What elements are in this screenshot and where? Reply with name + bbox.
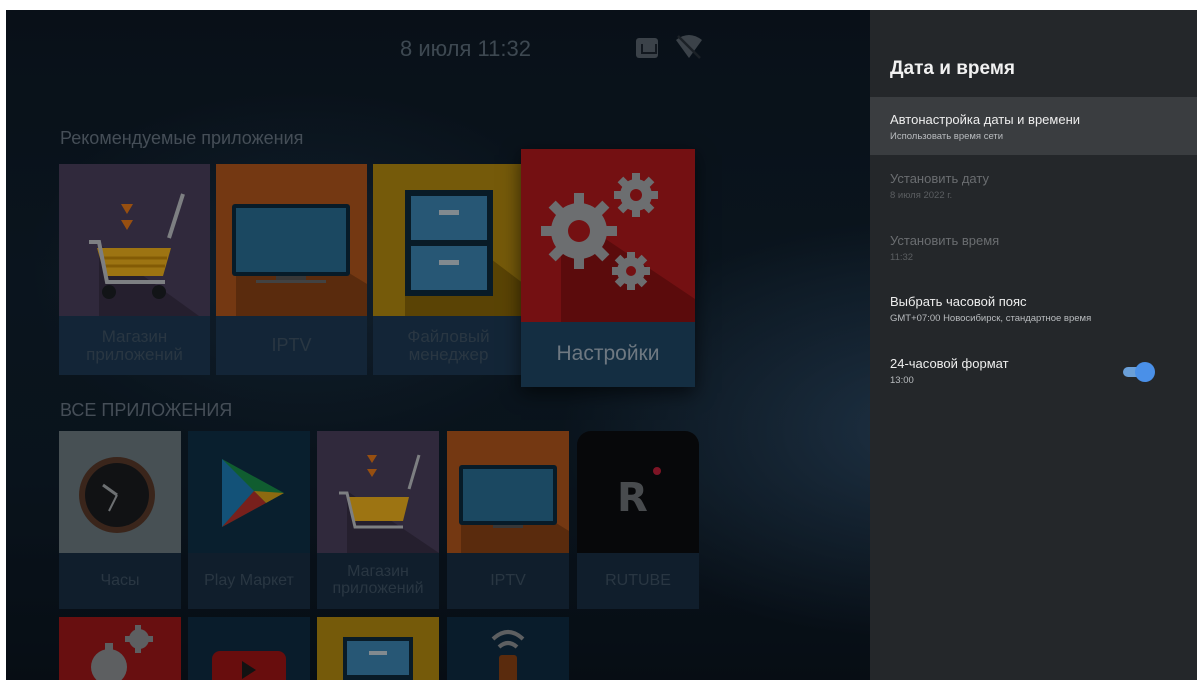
app-tile-iptv[interactable]: IPTV [216, 164, 367, 375]
tv-icon [232, 204, 367, 316]
setting-subtitle: 11:32 [890, 252, 914, 263]
youtube-icon [212, 651, 286, 680]
remote-icon [491, 630, 525, 680]
file-cabinet-icon [405, 190, 524, 316]
app-tile-clock[interactable]: Часы [59, 431, 181, 609]
file-cabinet-icon [343, 637, 413, 680]
setting-subtitle: Использовать время сети [890, 131, 1004, 142]
app-label: RUTUBE [577, 553, 699, 609]
app-tile-file-manager[interactable]: Файловый менеджер [373, 164, 524, 375]
app-tile-settings-2[interactable] [59, 617, 181, 680]
shopping-cart-icon [89, 193, 199, 316]
app-label: Файловый менеджер [373, 316, 524, 375]
status-date-time: 8 июля 11:32 [400, 36, 531, 61]
svg-text:R: R [617, 475, 648, 521]
tv-screen: 8 июля 11:32 Рекомендуемые приложения Ма… [6, 10, 1197, 680]
date-time-settings-panel: Дата и время Автонастройка даты и времен… [870, 10, 1197, 680]
app-tile-settings[interactable]: Настройки [521, 149, 695, 387]
app-label: Настройки [521, 322, 695, 387]
app-tile-iptv-2[interactable]: IPTV [447, 431, 569, 609]
clock-icon [79, 457, 155, 533]
all-apps-title: ВСЕ ПРИЛОЖЕНИЯ [60, 400, 233, 420]
app-tile-youtube[interactable] [188, 617, 310, 680]
app-label: IPTV [216, 316, 367, 375]
play-store-icon [222, 459, 284, 527]
gears-icon [91, 625, 153, 680]
tv-icon [459, 465, 569, 553]
app-tile-app-store[interactable]: Магазин приложений [59, 164, 210, 375]
recommended-apps-title: Рекомендуемые приложения [60, 128, 304, 148]
setting-title: Автонастройка даты и времени [890, 112, 1081, 127]
setting-set-time[interactable]: Установить время 11:32 [870, 233, 1197, 283]
app-label: IPTV [447, 553, 569, 609]
launcher-background: 8 июля 11:32 Рекомендуемые приложения Ма… [6, 10, 870, 680]
setting-title: Установить дату [890, 171, 989, 186]
app-tile-rutube[interactable]: R RUTUBE [577, 431, 699, 609]
app-tile-app-store-2[interactable]: Магазин приложений [317, 431, 439, 609]
app-label: Часы [59, 553, 181, 609]
setting-auto-date-time[interactable]: Автонастройка даты и времени Использоват… [870, 97, 1197, 155]
setting-subtitle: 8 июля 2022 г. [890, 190, 953, 201]
rutube-icon: R [617, 467, 661, 521]
app-label: Магазин приложений [317, 553, 439, 609]
setting-title: Выбрать часовой пояс [890, 294, 1027, 309]
setting-24-hour-format[interactable]: 24-часовой формат 13:00 [870, 356, 1197, 406]
app-tile-remote[interactable] [447, 617, 569, 680]
toggle-thumb [1135, 362, 1155, 382]
app-label: Магазин приложений [59, 316, 210, 375]
app-tile-file-manager-2[interactable] [317, 617, 439, 680]
panel-title: Дата и время [890, 58, 1015, 79]
app-label: Play Маркет [188, 553, 310, 609]
setting-title: Установить время [890, 233, 1000, 248]
wifi-off-icon [676, 35, 702, 59]
gears-icon [541, 173, 695, 322]
setting-set-date[interactable]: Установить дату 8 июля 2022 г. [870, 171, 1197, 221]
24-hour-toggle[interactable] [1123, 362, 1155, 382]
ethernet-icon [636, 38, 658, 58]
setting-subtitle: GMT+07:00 Новосибирск, стандартное время [890, 313, 1092, 324]
setting-time-zone[interactable]: Выбрать часовой пояс GMT+07:00 Новосибир… [870, 294, 1197, 344]
shopping-cart-icon [339, 454, 439, 553]
app-tile-play-store[interactable]: Play Маркет [188, 431, 310, 609]
